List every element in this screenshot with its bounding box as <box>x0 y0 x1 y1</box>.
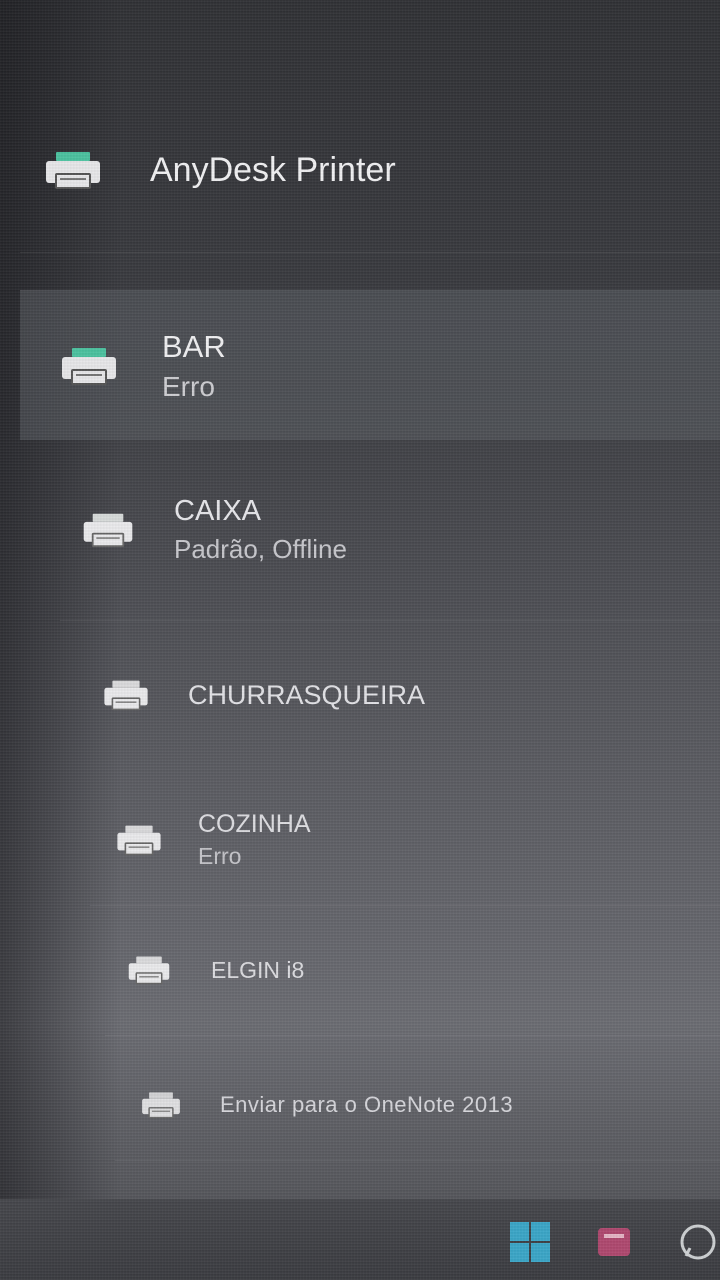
printer-name: COZINHA <box>198 810 311 838</box>
printer-item-anydesk[interactable]: AnyDesk Printer <box>44 140 720 200</box>
divider <box>105 1035 720 1036</box>
printer-name: CAIXA <box>174 495 262 527</box>
printer-icon <box>80 512 136 548</box>
taskbar-whatsapp-button[interactable] <box>676 1222 720 1266</box>
screen: AnyDesk Printer BAR Erro CAIXA Padrão, O… <box>0 0 720 1280</box>
divider <box>90 905 720 906</box>
whatsapp-icon <box>678 1222 718 1267</box>
printer-item-caixa[interactable]: CAIXA Padrão, Offline <box>40 470 720 590</box>
printer-name: Enviar para o OneNote 2013 <box>220 1092 514 1117</box>
start-button[interactable] <box>506 1220 554 1268</box>
divider <box>115 1160 720 1161</box>
printer-icon <box>44 150 102 190</box>
divider <box>20 252 720 253</box>
app-icon <box>594 1222 634 1267</box>
windows-start-icon <box>508 1220 552 1269</box>
printer-list: AnyDesk Printer BAR Erro CAIXA Padrão, O… <box>0 0 720 1200</box>
printer-icon <box>114 824 164 856</box>
printer-item-elgin[interactable]: ELGIN i8 <box>95 940 720 1000</box>
taskbar <box>0 1199 720 1280</box>
printer-item-cozinha[interactable]: COZINHA Erro <box>80 790 720 890</box>
printer-icon <box>138 1091 184 1119</box>
printer-icon <box>125 955 173 985</box>
printer-icon <box>60 346 118 386</box>
printer-status: Padrão, Offline <box>174 534 347 564</box>
printer-name: CHURRASQUEIRA <box>188 679 426 710</box>
divider <box>60 620 720 621</box>
printer-item-churrasqueira[interactable]: CHURRASQUEIRA <box>60 660 720 730</box>
taskbar-app-button[interactable] <box>592 1222 636 1266</box>
printer-name: BAR <box>162 328 226 364</box>
printer-status: Erro <box>162 370 215 402</box>
printer-name: ELGIN i8 <box>211 956 305 983</box>
printer-item-onenote[interactable]: Enviar para o OneNote 2013 <box>110 1070 720 1140</box>
printer-icon <box>100 679 152 711</box>
printer-item-bar[interactable]: BAR Erro <box>20 290 720 440</box>
printer-status: Erro <box>198 843 242 869</box>
printer-name: AnyDesk Printer <box>150 150 396 189</box>
